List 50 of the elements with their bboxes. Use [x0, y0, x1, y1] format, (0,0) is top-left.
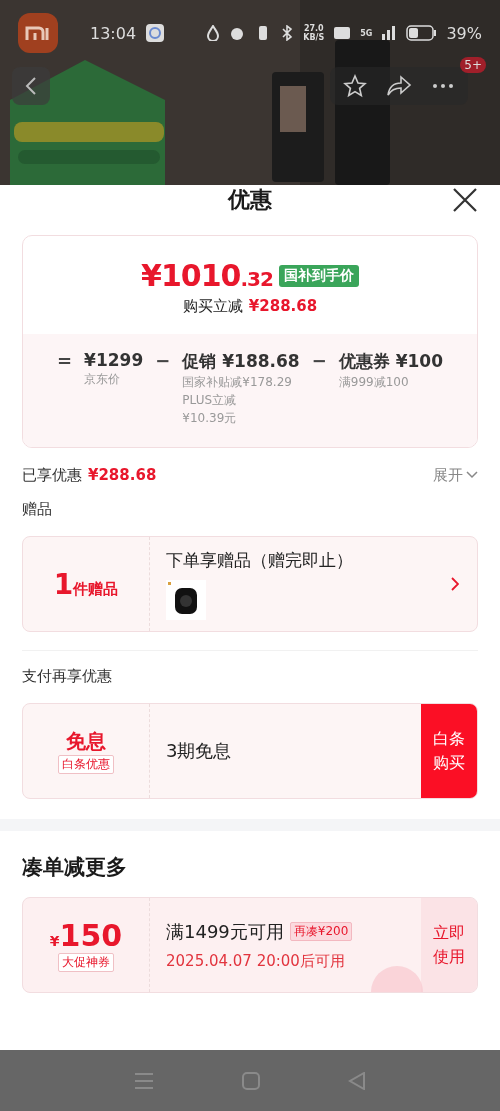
chevron-down-icon	[466, 471, 478, 479]
price-note: 国家补贴减¥178.29	[182, 374, 293, 391]
app-logo-icon	[18, 13, 58, 53]
saving-amount: ¥288.68	[248, 297, 318, 316]
chevron-left-icon	[24, 76, 38, 96]
operator-sign: −	[311, 350, 327, 373]
price-note: PLUS立减	[182, 392, 238, 409]
signal-icon	[382, 26, 397, 40]
price-note: 京东价	[84, 371, 122, 388]
price-note: ¥10.39元	[182, 410, 238, 427]
enjoyed-amount: ¥288.68	[88, 466, 157, 484]
bluetooth-icon	[281, 25, 294, 41]
promo-tag: 白条优惠	[58, 755, 114, 774]
notification-badge: 5+	[460, 57, 486, 73]
subsidy-tag: 国补到手价	[278, 264, 359, 287]
app-icon	[146, 24, 165, 42]
section-label: 支付再享优惠	[21, 667, 113, 687]
coupon-condition: 满1499元可用	[166, 919, 284, 944]
use-button[interactable]: 立即使用	[421, 898, 477, 992]
back-button[interactable]	[12, 67, 50, 105]
buy-button[interactable]: 白条购买	[421, 704, 477, 798]
sheet-title: 优惠	[228, 186, 272, 214]
battery-icon	[406, 25, 437, 41]
battery-percent: 39%	[446, 23, 482, 43]
gift-count: 1件赠品	[53, 567, 119, 601]
operator-sign: =	[57, 350, 73, 373]
drop-icon	[207, 25, 220, 41]
operator-sign: −	[155, 350, 171, 373]
promo-tag: 大促神券	[58, 953, 114, 972]
close-button[interactable]	[452, 187, 478, 213]
saving-label: 购买立减	[182, 297, 243, 316]
enjoyed-label: 已享优惠	[22, 465, 82, 485]
price-component: 促销 ¥188.68	[182, 350, 300, 373]
price-component: ¥1299	[84, 350, 144, 370]
coupon-amount: ¥150	[49, 918, 123, 953]
expand-toggle[interactable]: 展开	[433, 465, 478, 485]
remaining-tag: 再凑¥200	[289, 922, 353, 941]
installment-text: 3期免息	[166, 739, 233, 763]
status-time: 13:04	[90, 23, 137, 43]
network-speed: 27.0 KB/S	[303, 24, 325, 42]
coupon-validity: 2025.04.07 20:00后可用	[166, 951, 346, 971]
interest-free-label: 免息	[66, 728, 106, 755]
gift-title: 下单享赠品（赠完即止）	[166, 548, 354, 572]
section-label: 赠品	[21, 500, 53, 520]
gift-card[interactable]: 1件赠品 下单享赠品（赠完即止）	[22, 536, 478, 632]
final-price: ¥1010.32	[141, 258, 273, 293]
price-component: 优惠券 ¥100	[338, 350, 443, 373]
section-title: 凑单减更多	[21, 854, 128, 881]
price-note: 满999减100	[338, 374, 410, 391]
network-type: 5G	[360, 28, 373, 38]
